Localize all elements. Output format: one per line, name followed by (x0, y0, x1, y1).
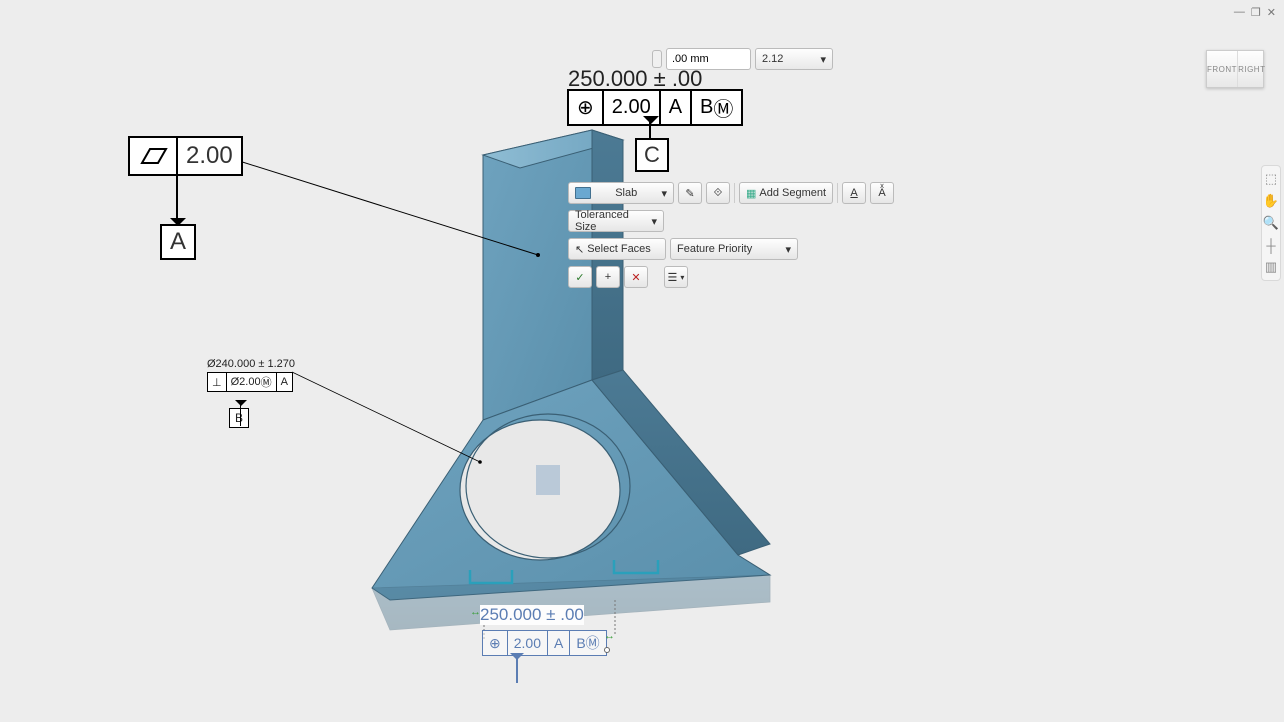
fcf-bottom-a: A (548, 631, 570, 655)
extension-handle-right[interactable]: ↔ (604, 628, 616, 638)
selection-highlight (536, 465, 560, 495)
context-toolbar: Slab ▾ ✎ ⟐ ▦ Add Segment A Aͯ Toleranced… (568, 182, 894, 288)
add-segment-icon: ▦ (746, 187, 756, 200)
fcf-bottom-tol: 2.00 (508, 631, 548, 655)
separator (734, 183, 735, 203)
fcf-flatness-tol: 2.00 (178, 138, 241, 174)
fcf-bottom-b: BⓂ (570, 631, 605, 655)
slab-label: Slab (615, 187, 637, 199)
chevron-down-icon: ▾ (785, 243, 791, 256)
add-segment-label: Add Segment (759, 187, 826, 199)
diameter-dimension: Ø240.000 ± 1.270 (207, 358, 295, 370)
datum-c-triangle-icon (643, 116, 659, 124)
datum-c-box[interactable]: C (635, 138, 669, 172)
bottom-datum-connector (516, 655, 518, 683)
ok-button[interactable]: ✓ (568, 266, 592, 288)
datum-b-connector (240, 402, 241, 426)
fcf-datum-a: A (661, 91, 692, 124)
options-dropdown[interactable]: ☰ ▾ (664, 266, 688, 288)
add-button[interactable]: + (596, 266, 620, 288)
extension-handle-left[interactable]: ↔ (470, 604, 482, 614)
grip-point-icon[interactable] (604, 647, 610, 653)
cursor-icon: ↖ (575, 243, 584, 256)
dimension-bottom[interactable]: 250.000 ± .00 (480, 605, 584, 625)
separator (837, 183, 838, 203)
cancel-button[interactable]: ✕ (624, 266, 648, 288)
edit-icon[interactable]: ✎ (678, 182, 702, 204)
add-segment-button[interactable]: ▦ Add Segment (739, 182, 833, 204)
minimize-icon[interactable]: — (1234, 6, 1245, 19)
datum-a-box[interactable]: A (160, 224, 196, 260)
slab-dropdown[interactable]: Slab ▾ (568, 182, 674, 204)
gdt-position-symbol-icon: ⊕ (483, 631, 508, 655)
datum-b-box[interactable]: B (229, 408, 249, 428)
fcf-position-bottom[interactable]: ⊕ 2.00 A BⓂ (482, 630, 607, 656)
right-view-toolbar: ⬚ ✋ 🔍 ┼ ▥ (1261, 165, 1281, 281)
detach-icon[interactable]: ⟐ (706, 182, 730, 204)
datum-b-triangle-icon (235, 400, 247, 406)
chevron-down-icon: ▾ (651, 215, 657, 228)
fcf-perp-datum: A (277, 373, 292, 391)
fcf-perp-tol: Ø2.00Ⓜ (227, 373, 277, 391)
chevron-down-icon: ▾ (661, 187, 667, 200)
scale-dropdown[interactable]: 2.12 ▾ (755, 48, 833, 70)
datum-a-connector (176, 172, 178, 220)
pan-icon[interactable]: ✋ (1262, 190, 1280, 212)
chevron-down-icon: ▾ (820, 53, 826, 66)
maximize-icon[interactable]: ❐ (1251, 6, 1261, 19)
resize-arrow-icon: ↔ (604, 630, 615, 642)
viewcube-right[interactable]: RIGHT (1238, 51, 1265, 87)
zoom-icon[interactable]: 🔍 (1262, 212, 1280, 234)
window-controls: — ❐ ✕ (1234, 6, 1276, 19)
text-style-sup-icon[interactable]: Aͯ (870, 182, 894, 204)
toleranced-size-dropdown[interactable]: Toleranced Size ▾ (568, 210, 664, 232)
fcf-perpendicularity[interactable]: ⊥ Ø2.00Ⓜ A (207, 372, 293, 392)
fcf-flatness[interactable]: 2.00 (128, 136, 243, 176)
feature-priority-label: Feature Priority (677, 243, 752, 255)
scale-value: 2.12 (762, 53, 783, 65)
tol-size-label: Toleranced Size (575, 209, 648, 233)
close-icon[interactable]: ✕ (1267, 6, 1276, 19)
gdt-perpendicularity-symbol-icon: ⊥ (208, 373, 227, 391)
view-cube[interactable]: FRONT RIGHT (1206, 50, 1264, 88)
feature-priority-dropdown[interactable]: Feature Priority ▾ (670, 238, 798, 260)
datum-c-connector (649, 120, 651, 138)
fcf-datum-b: BⓂ (692, 91, 741, 124)
fit-view-icon[interactable]: ⬚ (1262, 168, 1280, 190)
list-icon: ☰ (668, 271, 678, 284)
gdt-position-symbol-icon: ⊕ (569, 91, 604, 124)
viewcube-front[interactable]: FRONT (1207, 51, 1238, 87)
section-icon[interactable]: ▥ (1262, 256, 1280, 278)
gdt-flatness-symbol-icon (130, 138, 178, 174)
csys-icon[interactable]: ┼ (1262, 234, 1280, 256)
chevron-down-icon: ▾ (680, 273, 684, 282)
select-faces-button[interactable]: ↖ Select Faces (568, 238, 666, 260)
select-faces-label: Select Faces (587, 243, 651, 255)
resize-arrow-icon: ↔ (470, 606, 481, 618)
text-style-a-icon[interactable]: A (842, 182, 866, 204)
